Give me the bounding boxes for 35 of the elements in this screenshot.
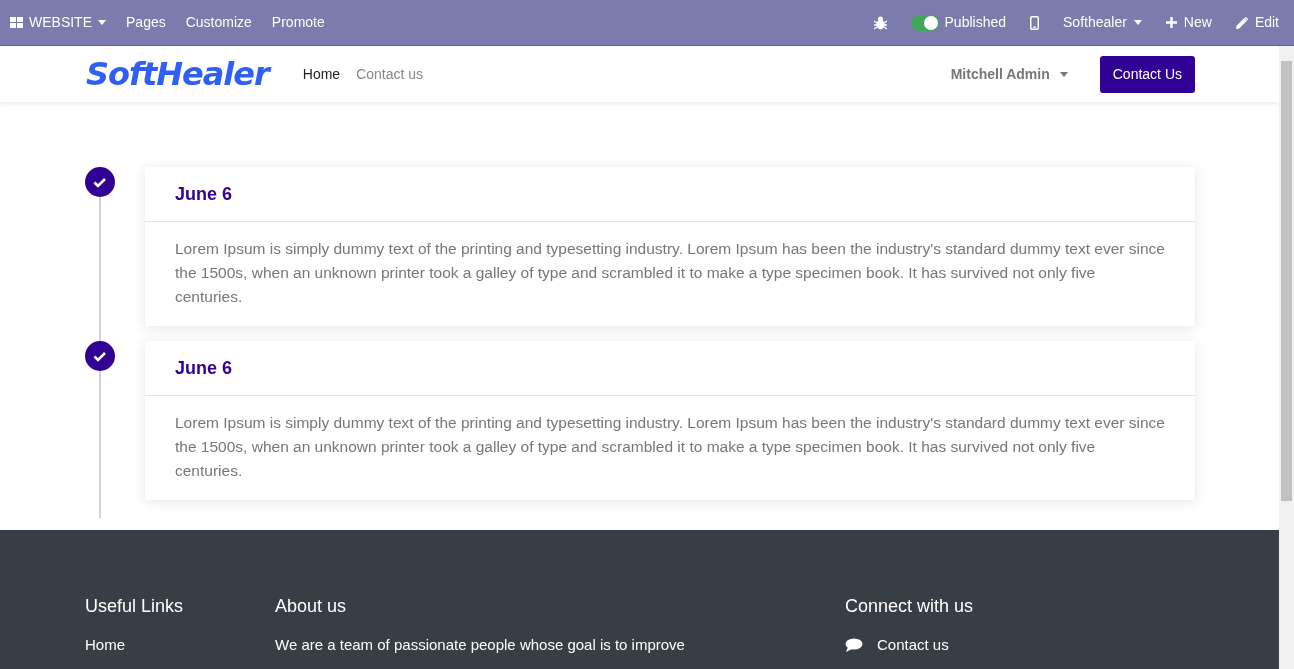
nav-link[interactable]: Contact us: [356, 63, 424, 85]
edit-button[interactable]: Edit: [1235, 12, 1279, 33]
published-toggle[interactable]: Published: [910, 12, 1007, 33]
footer-link[interactable]: Home: [85, 634, 275, 657]
company-menu[interactable]: Softhealer: [1063, 12, 1142, 33]
pencil-icon: [1235, 16, 1248, 29]
speech-bubble-icon: [845, 638, 863, 653]
check-circle-icon: [85, 341, 115, 371]
card-title: June 6: [145, 341, 1195, 396]
card-title: June 6: [145, 167, 1195, 222]
caret-icon: [1133, 20, 1142, 25]
menu-item[interactable]: Pages: [126, 12, 166, 33]
footer-heading: Connect with us: [845, 595, 974, 618]
nav-link[interactable]: Home: [302, 63, 341, 85]
website-menu[interactable]: WEBSITE: [10, 12, 106, 33]
menu-item[interactable]: Customize: [185, 12, 252, 33]
card-text: Lorem Ipsum is simply dummy text of the printing and typesetting industry. Lorem Ipsum has been the industry's standard dummy text ever since the 1500s, when an unknown printer took a galley of type and scrambled it to make a type specimen book. It has survived not only five centuries.: [174, 413, 1166, 481]
bug-icon[interactable]: [873, 15, 887, 30]
logo[interactable]: SoftHealer: [86, 58, 269, 90]
apps-icon: [10, 16, 23, 29]
new-button[interactable]: New: [1165, 12, 1212, 33]
mobile-icon[interactable]: [1030, 15, 1040, 30]
caret-icon: [98, 20, 106, 25]
about-text: We are a team of passionate people whose goal is to improve: [275, 635, 686, 655]
check-circle-icon: [85, 167, 115, 197]
user-menu[interactable]: Mitchell Admin: [950, 63, 1068, 85]
footer-heading: Useful Links: [85, 595, 185, 618]
footer-heading: About us: [275, 595, 348, 618]
scrollbar[interactable]: [1279, 46, 1294, 669]
contact-us-button[interactable]: Contact Us: [1099, 55, 1195, 93]
footer-link[interactable]: Contact us: [845, 634, 974, 657]
menu-item[interactable]: Promote: [271, 12, 325, 33]
caret-icon: [1059, 71, 1068, 77]
plus-icon: [1165, 17, 1177, 28]
card-text: Lorem Ipsum is simply dummy text of the printing and typesetting industry. Lorem Ipsum has been the industry's standard dummy text ever since the 1500s, when an unknown printer took a galley of type and scrambled it to make a type specimen book. It has survived not only five centuries.: [174, 239, 1166, 307]
